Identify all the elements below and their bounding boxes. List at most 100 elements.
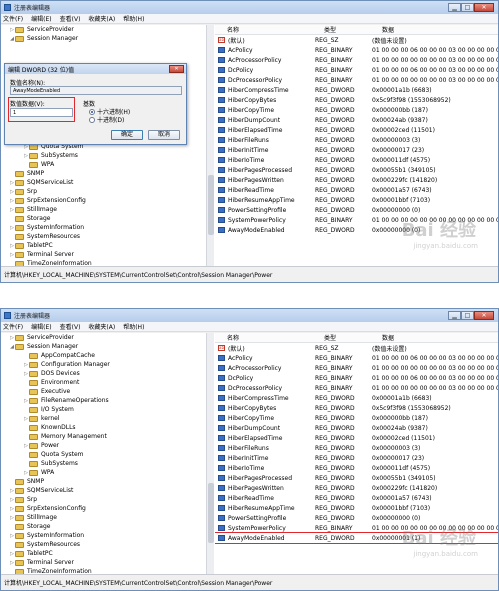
value-row[interactable]: HiberDumpCount REG_DWORD 0x00024ab (9387) [215, 423, 498, 433]
tree-item[interactable]: ▷ Configuration Manager [1, 360, 206, 369]
menu-file[interactable]: 文件(F) [3, 322, 23, 331]
cancel-button[interactable]: 取消 [148, 130, 180, 140]
tree-item[interactable]: Quota System [1, 450, 206, 459]
tree-item[interactable]: ▷ Srp [1, 187, 206, 196]
value-row[interactable]: HiberPagesWritten REG_DWORD 0x000229fc (14… [215, 483, 498, 493]
tree-scrollbar[interactable] [206, 25, 214, 267]
value-row[interactable]: DcPolicy REG_BINARY 01 00 00 00 06 00 00 0… [215, 373, 498, 383]
value-row[interactable]: HiberCopyBytes REG_DWORD 0x5c9f3f98 (15530… [215, 95, 498, 105]
tree-scroll-thumb[interactable] [208, 175, 214, 235]
tree-item[interactable]: ◢ Session Manager [1, 34, 206, 43]
menu-view[interactable]: 查看(V) [60, 322, 81, 331]
menu-help[interactable]: 帮助(H) [123, 322, 144, 331]
tree-item[interactable]: Storage [1, 214, 206, 223]
maximize-button[interactable]: □ [461, 311, 474, 320]
value-row[interactable]: HiberCopyTime REG_DWORD 0x000000bb (187) [215, 105, 498, 115]
tree-item[interactable]: SystemResources [1, 232, 206, 241]
value-row[interactable]: HiberCopyTime REG_DWORD 0x000000bb (187) [215, 413, 498, 423]
tree-item[interactable]: ▷ SrpExtensionConfig [1, 504, 206, 513]
value-row[interactable]: HiberReadTime REG_DWORD 0x00001a57 (6743) [215, 493, 498, 503]
tree-item[interactable]: I/O System [1, 405, 206, 414]
tree-item[interactable]: KnownDLLs [1, 423, 206, 432]
tree-item[interactable]: Memory Management [1, 432, 206, 441]
tree-item[interactable]: AppCompatCache [1, 351, 206, 360]
value-row[interactable]: HiberCopyBytes REG_DWORD 0x5c9f3f98 (15530… [215, 403, 498, 413]
value-row[interactable]: HiberResumeAppTime REG_DWORD 0x00001bbf (7… [215, 195, 498, 205]
minimize-button[interactable]: ▁ [448, 311, 461, 320]
tree-item[interactable]: ▷ DOS Devices [1, 369, 206, 378]
value-row[interactable]: AcProcessorPolicy REG_BINARY 01 00 00 00 0… [215, 55, 498, 65]
value-row[interactable]: AcPolicy REG_BINARY 01 00 00 00 06 00 00 0… [215, 45, 498, 55]
menu-favorites[interactable]: 收藏夹(A) [88, 322, 115, 331]
value-row[interactable]: HiberPagesProcessed REG_DWORD 0x00055b1 (3… [215, 473, 498, 483]
tree-item[interactable]: ▷ SystemInformation [1, 223, 206, 232]
value-row[interactable]: AcProcessorPolicy REG_BINARY 01 00 00 00 0… [215, 363, 498, 373]
value-row[interactable]: HiberInitTime REG_DWORD 0x00000017 (23) [215, 453, 498, 463]
value-row[interactable]: DcProcessorPolicy REG_BINARY 01 00 00 00 0… [215, 75, 498, 85]
value-row[interactable]: HiberElapsedTime REG_DWORD 0x00002ced (115… [215, 433, 498, 443]
value-row[interactable]: AcPolicy REG_BINARY 01 00 00 00 06 00 00 0… [215, 353, 498, 363]
value-row[interactable]: DcPolicy REG_BINARY 01 00 00 00 06 00 00 0… [215, 65, 498, 75]
value-row[interactable]: ab (默认) REG_SZ (数值未设置) [215, 35, 498, 45]
column-type[interactable]: 类型 [312, 333, 370, 342]
value-row[interactable]: HiberElapsedTime REG_DWORD 0x00002ced (115… [215, 125, 498, 135]
value-row[interactable]: HiberFileRuns REG_DWORD 0x00000003 (3) [215, 443, 498, 453]
tree-item[interactable]: ▷ SubSystems [1, 151, 206, 160]
tree-item[interactable]: ▷ SrpExtensionConfig [1, 196, 206, 205]
value-row[interactable]: PowerSettingProfile REG_DWORD 0x00000000 (… [215, 513, 498, 523]
close-button[interactable]: ✕ [474, 311, 494, 320]
tree-item[interactable]: SubSystems [1, 459, 206, 468]
tree-item[interactable]: Executive [1, 387, 206, 396]
tree-item[interactable]: ▷ SQMServiceList [1, 486, 206, 495]
tree-item[interactable]: SystemResources [1, 540, 206, 549]
dec-radio[interactable]: 十进制(D) [89, 115, 124, 124]
maximize-button[interactable]: □ [461, 3, 474, 12]
dialog-close-button[interactable]: ✕ [169, 65, 184, 73]
tree-item[interactable]: ▷ WPA [1, 468, 206, 477]
column-data[interactable]: 数据 [370, 333, 394, 342]
tree-item[interactable]: ◢ Session Manager [1, 342, 206, 351]
value-row[interactable]: HiberIoTime REG_DWORD 0x000011df (4575) [215, 463, 498, 473]
menu-favorites[interactable]: 收藏夹(A) [88, 14, 115, 23]
value-row[interactable]: ab (默认) REG_SZ (数值未设置) [215, 343, 498, 353]
tree-item[interactable]: ▷ SystemInformation [1, 531, 206, 540]
tree-item[interactable]: ▷ SQMServiceList [1, 178, 206, 187]
column-name[interactable]: 名称 [215, 333, 312, 342]
menu-edit[interactable]: 编辑(E) [31, 14, 51, 23]
value-row[interactable]: HiberResumeAppTime REG_DWORD 0x00001bbf (7… [215, 503, 498, 513]
tree-item[interactable]: ▷ StillImage [1, 513, 206, 522]
column-name[interactable]: 名称 [215, 25, 312, 34]
value-row[interactable]: HiberDumpCount REG_DWORD 0x00024ab (9387) [215, 115, 498, 125]
value-row[interactable]: HiberPagesProcessed REG_DWORD 0x00055b1 (3… [215, 165, 498, 175]
value-row[interactable]: HiberIoTime REG_DWORD 0x000011df (4575) [215, 155, 498, 165]
menu-file[interactable]: 文件(F) [3, 14, 23, 23]
value-row[interactable]: HiberPagesWritten REG_DWORD 0x000229fc (14… [215, 175, 498, 185]
menu-edit[interactable]: 编辑(E) [31, 322, 51, 331]
ok-button[interactable]: 确定 [111, 130, 143, 140]
column-type[interactable]: 类型 [312, 25, 370, 34]
tree-scroll-thumb[interactable] [208, 483, 214, 543]
value-row[interactable]: HiberInitTime REG_DWORD 0x00000017 (23) [215, 145, 498, 155]
value-data-input[interactable]: 1 [10, 108, 73, 117]
menu-view[interactable]: 查看(V) [60, 14, 81, 23]
tree-item[interactable]: ▷ TabletPC [1, 241, 206, 250]
tree-item[interactable]: Environment [1, 378, 206, 387]
value-row[interactable]: HiberReadTime REG_DWORD 0x00001a57 (6743) [215, 185, 498, 195]
tree-item[interactable]: ▷ TabletPC [1, 549, 206, 558]
value-row[interactable]: HiberCompressTime REG_DWORD 0x00001a1b (66… [215, 85, 498, 95]
value-row[interactable]: HiberFileRuns REG_DWORD 0x00000003 (3) [215, 135, 498, 145]
minimize-button[interactable]: ▁ [448, 3, 461, 12]
value-row[interactable]: DcProcessorPolicy REG_BINARY 01 00 00 00 0… [215, 383, 498, 393]
tree-item[interactable]: ▷ StillImage [1, 205, 206, 214]
tree-item[interactable]: ▷ ServiceProvider [1, 25, 206, 34]
column-data[interactable]: 数据 [370, 25, 394, 34]
tree-item[interactable]: ▷ Terminal Server [1, 558, 206, 567]
tree-item[interactable]: SNMP [1, 169, 206, 178]
tree-item[interactable]: SNMP [1, 477, 206, 486]
tree-item[interactable]: ▷ Power [1, 441, 206, 450]
tree-item[interactable]: ▷ kernel [1, 414, 206, 423]
tree-item[interactable]: ▷ Srp [1, 495, 206, 504]
tree-item[interactable]: Storage [1, 522, 206, 531]
menu-help[interactable]: 帮助(H) [123, 14, 144, 23]
tree-item[interactable]: WPA [1, 160, 206, 169]
